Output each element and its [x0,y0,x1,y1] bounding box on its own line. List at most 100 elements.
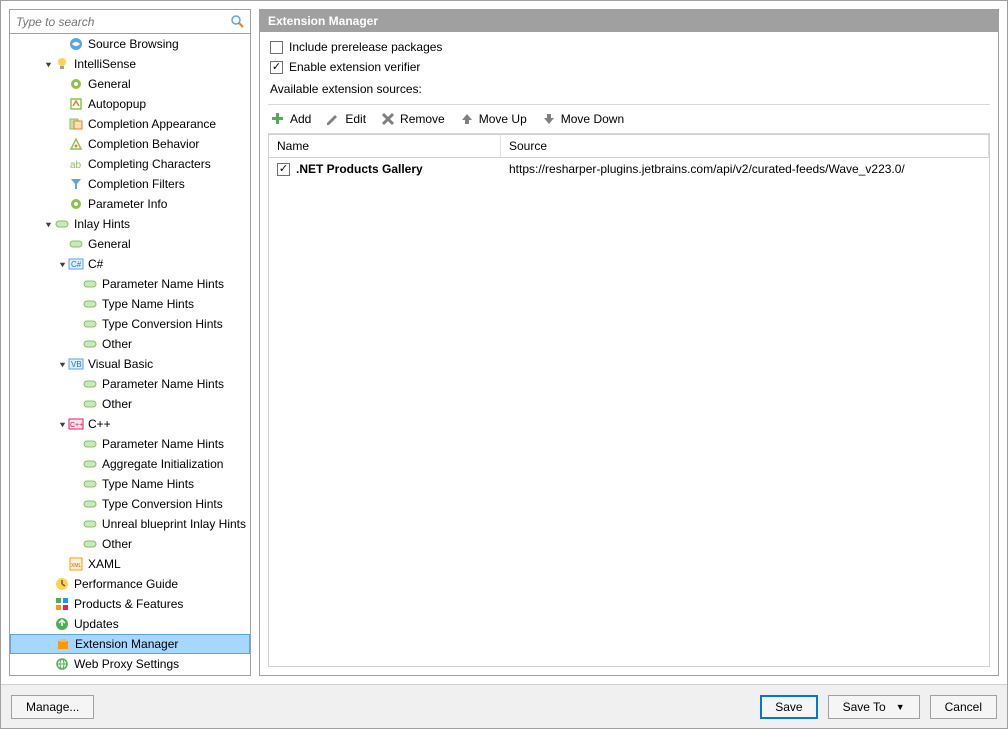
row-checkbox[interactable] [277,163,290,176]
perf-icon [54,576,70,592]
tree-item-label: Extension Manager [75,637,178,651]
include-prerelease-label: Include prerelease packages [289,40,442,54]
grid-header-name[interactable]: Name [269,135,501,157]
tree-item[interactable]: Inlay Hints [10,214,250,234]
expand-arrow-icon[interactable] [56,420,68,429]
include-prerelease-checkbox[interactable]: Include prerelease packages [270,40,988,54]
tree-item-label: Other [102,397,132,411]
tree-item-label: C# [88,257,103,271]
hint-icon [68,236,84,252]
table-row[interactable]: .NET Products Galleryhttps://resharper-p… [269,158,989,180]
tree-item-label: Other [102,337,132,351]
tree-item-label: Parameter Name Hints [102,377,224,391]
hint-icon [82,296,98,312]
tree-item[interactable]: Unreal blueprint Inlay Hints [10,514,250,534]
prod-icon [54,596,70,612]
save-to-button[interactable]: Save To▼ [828,695,920,719]
tree-item[interactable]: Parameter Name Hints [10,374,250,394]
tree-item-label: Completion Behavior [88,137,199,151]
tree-item[interactable]: Autopopup [10,94,250,114]
tree-item[interactable]: Type Conversion Hints [10,314,250,334]
tree-item[interactable]: Other [10,334,250,354]
tree-item[interactable]: Parameter Name Hints [10,434,250,454]
ext-icon [55,636,71,652]
enable-verifier-checkbox[interactable]: Enable extension verifier [270,60,988,74]
pencil-icon [325,111,341,127]
tree-item[interactable]: Parameter Name Hints [10,274,250,294]
remove-button[interactable]: Remove [380,111,445,127]
tree-item[interactable]: Other [10,534,250,554]
search-input[interactable] [10,12,230,32]
tree-item[interactable]: Type Name Hints [10,294,250,314]
hint-icon [82,276,98,292]
tree-item-label: Visual Basic [88,357,153,371]
svg-text:C++: C++ [70,422,83,429]
tree-item-label: Autopopup [88,97,146,111]
enable-verifier-label: Enable extension verifier [289,60,420,74]
tree-item[interactable]: abCompleting Characters [10,154,250,174]
tree-item[interactable]: Type Name Hints [10,474,250,494]
tree-item-label: Type Conversion Hints [102,317,223,331]
tree-item-label: Completion Filters [88,177,185,191]
tree-item-label: Type Name Hints [102,297,194,311]
tree-item[interactable]: Completion Appearance [10,114,250,134]
expand-arrow-icon[interactable] [56,260,68,269]
tree-item-label: Parameter Name Hints [102,437,224,451]
cancel-button[interactable]: Cancel [930,695,997,719]
tree-item-label: IntelliSense [74,57,136,71]
tree-item-label: Inlay Hints [74,217,130,231]
bottom-bar: Manage... Save Save To▼ Cancel [1,684,1007,728]
tree-item[interactable]: Performance Guide [10,574,250,594]
upd-icon [54,616,70,632]
green-icon [68,196,84,212]
tree-item[interactable]: Web Proxy Settings [10,654,250,674]
tree-item[interactable]: C++C++ [10,414,250,434]
tree-item[interactable]: Source Browsing [10,34,250,54]
move-down-button[interactable]: Move Down [541,111,624,127]
search-box [10,10,250,34]
tree-item[interactable]: IntelliSense [10,54,250,74]
move-up-button[interactable]: Move Up [459,111,527,127]
svg-text:ab: ab [70,160,82,171]
comp-icon [68,116,84,132]
tree-item-label: Unreal blueprint Inlay Hints [102,517,246,531]
tree-item[interactable]: C# C# [10,254,250,274]
tree-item[interactable]: XMLXAML [10,554,250,574]
search-icon[interactable] [230,14,246,30]
hint-icon [82,496,98,512]
tree-item[interactable]: Aggregate Initialization [10,454,250,474]
tree-item[interactable]: VB Visual Basic [10,354,250,374]
tree-item[interactable]: Other [10,394,250,414]
tree-item[interactable]: Completion Filters [10,174,250,194]
expand-arrow-icon[interactable] [56,360,68,369]
add-button[interactable]: Add [270,111,311,127]
expand-arrow-icon[interactable] [42,220,54,229]
tree-item-label: XAML [88,557,121,571]
expand-arrow-icon[interactable] [42,60,54,69]
grid-header-source[interactable]: Source [501,135,989,157]
save-button[interactable]: Save [760,695,817,719]
tree-item[interactable]: Updates [10,614,250,634]
tree-item-label: Type Name Hints [102,477,194,491]
options-tree[interactable]: Source Browsing IntelliSense General Autopo… [10,34,250,675]
tree-item[interactable]: Type Conversion Hints [10,494,250,514]
tree-item[interactable]: Completion Behavior [10,134,250,154]
panel-title: Extension Manager [260,10,998,32]
bulb-icon [54,56,70,72]
tree-item[interactable]: General [10,234,250,254]
tree-item[interactable]: Extension Manager [10,634,250,654]
chars-icon: ab [68,156,84,172]
tree-item[interactable]: Products & Features [10,594,250,614]
hint-icon [82,476,98,492]
tree-item[interactable]: Parameter Info [10,194,250,214]
manage-button[interactable]: Manage... [11,695,94,719]
vb-icon: VB [68,356,84,372]
tree-item[interactable]: General [10,74,250,94]
tree-item-label: Aggregate Initialization [102,457,223,471]
tree-item-label: Updates [74,617,119,631]
cs-icon: C# [68,256,84,272]
edit-button[interactable]: Edit [325,111,366,127]
hint-icon [82,436,98,452]
hint-icon [82,536,98,552]
filter-icon [68,176,84,192]
